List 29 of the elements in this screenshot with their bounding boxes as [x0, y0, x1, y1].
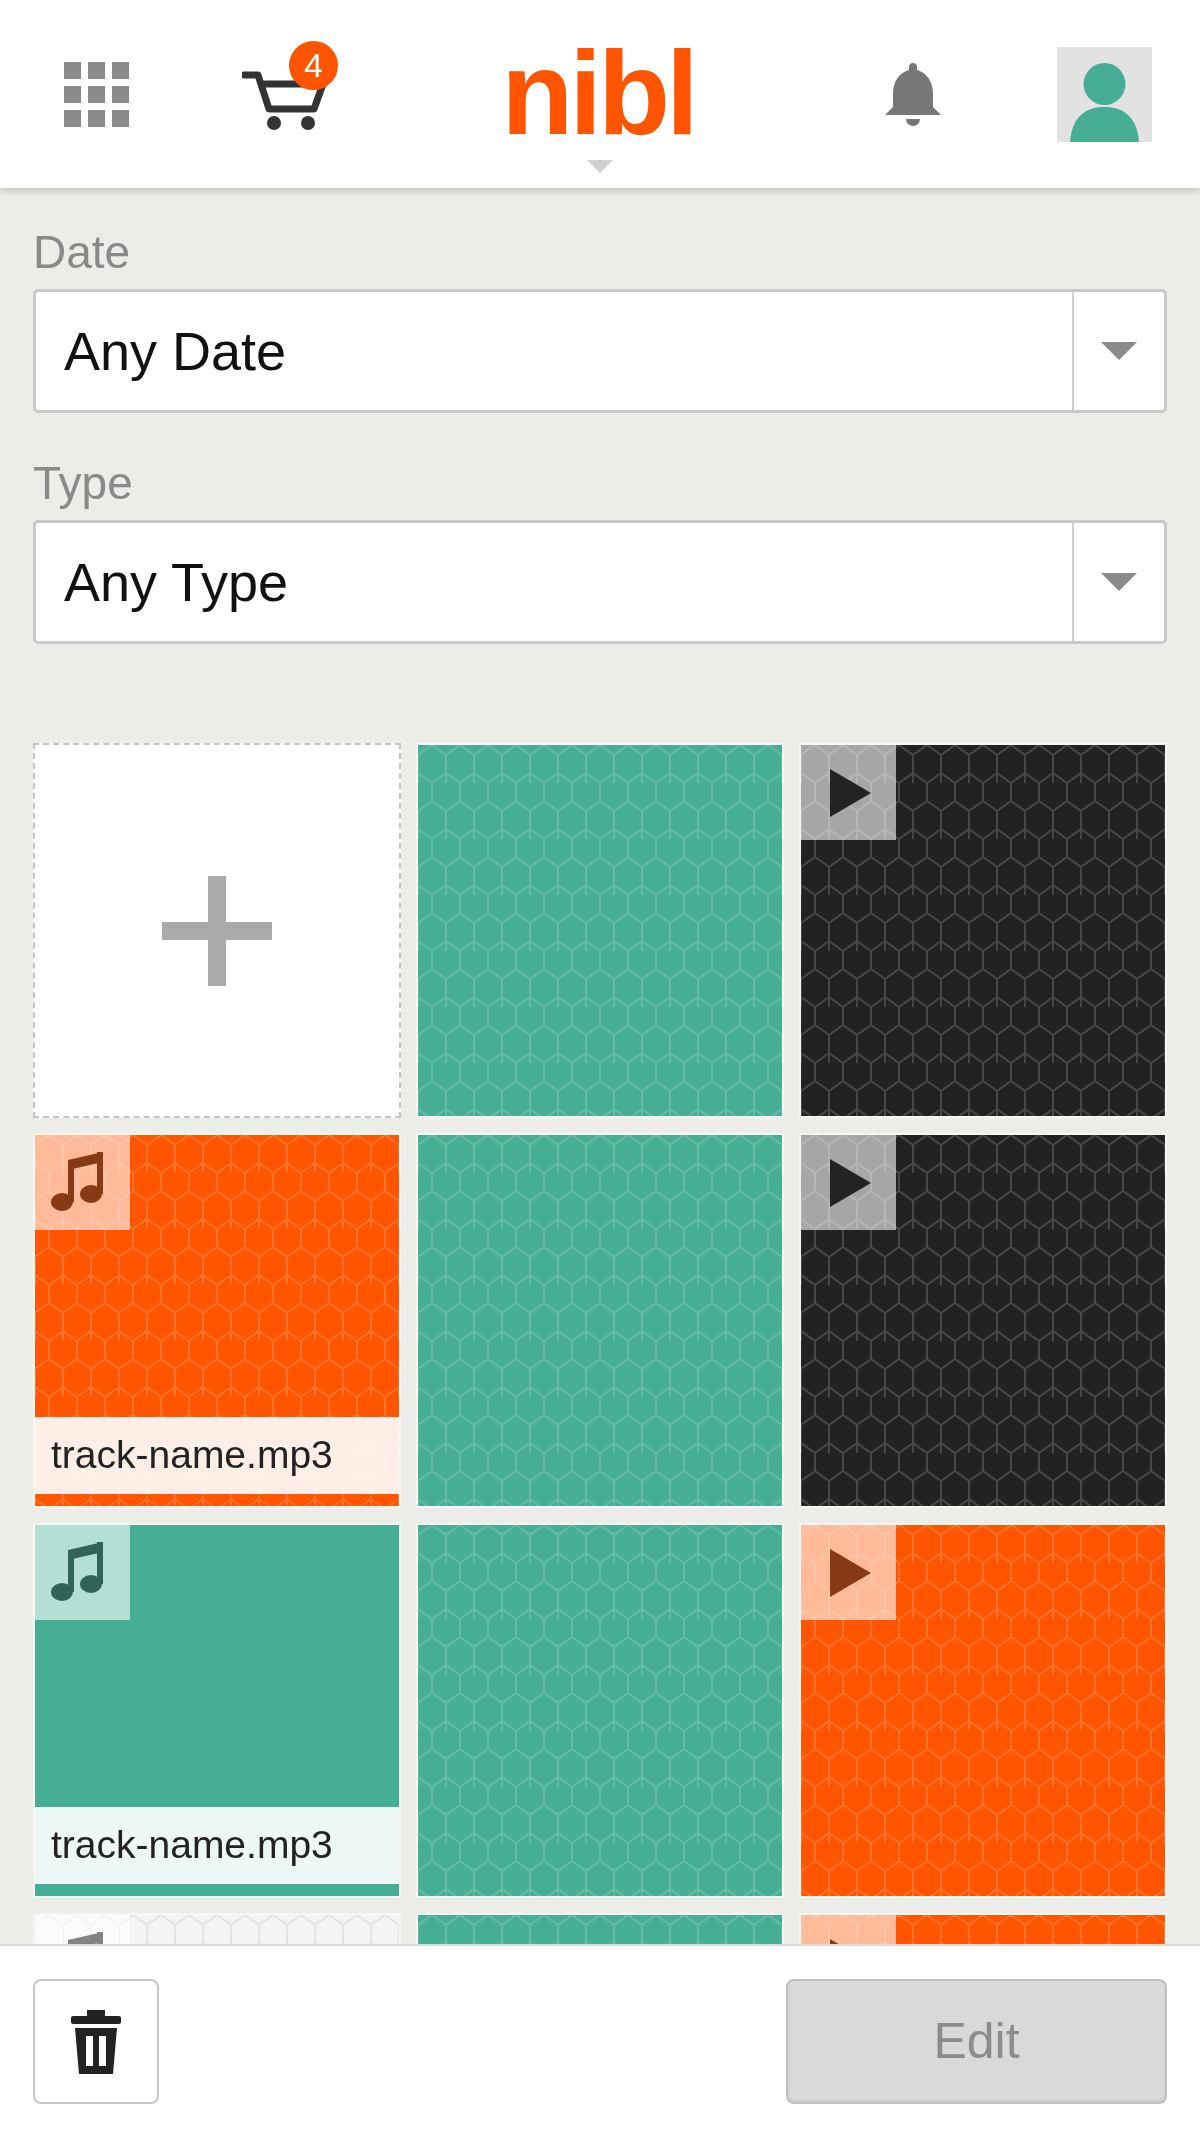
- grid-menu-icon[interactable]: [64, 61, 129, 127]
- cart-count-badge: 4: [289, 41, 338, 90]
- play-icon: [801, 745, 896, 840]
- caret-icon: [1101, 342, 1137, 360]
- filter-dropdown[interactable]: Any Date: [33, 289, 1167, 413]
- caret-icon: [1101, 573, 1137, 591]
- plus-icon: [162, 875, 272, 986]
- media-tile[interactable]: [799, 1133, 1167, 1508]
- delete-button[interactable]: [33, 1979, 159, 2104]
- music-note-icon: [35, 1135, 130, 1230]
- filter-dropdown[interactable]: Any Type: [33, 520, 1167, 644]
- add-media-tile[interactable]: [33, 743, 401, 1118]
- media-tile[interactable]: [416, 743, 784, 1118]
- file-name: track-name.mp3: [35, 1417, 399, 1494]
- play-icon: [801, 1135, 896, 1230]
- media-tile[interactable]: [416, 1523, 784, 1898]
- media-tile[interactable]: [799, 743, 1167, 1118]
- media-tile[interactable]: track-name.mp3: [33, 1133, 401, 1508]
- caret-icon[interactable]: [587, 160, 613, 173]
- media-tile[interactable]: [799, 1523, 1167, 1898]
- trash-icon: [71, 2009, 121, 2074]
- filter-label: Date: [33, 229, 132, 275]
- media-tile[interactable]: track-name.mp3: [33, 1523, 401, 1898]
- music-note-icon: [35, 1525, 130, 1620]
- file-name: track-name.mp3: [35, 1807, 399, 1884]
- media-tile[interactable]: [416, 1133, 784, 1508]
- bell-icon[interactable]: [883, 61, 943, 127]
- avatar-icon[interactable]: [1057, 46, 1152, 142]
- play-icon: [801, 1525, 896, 1620]
